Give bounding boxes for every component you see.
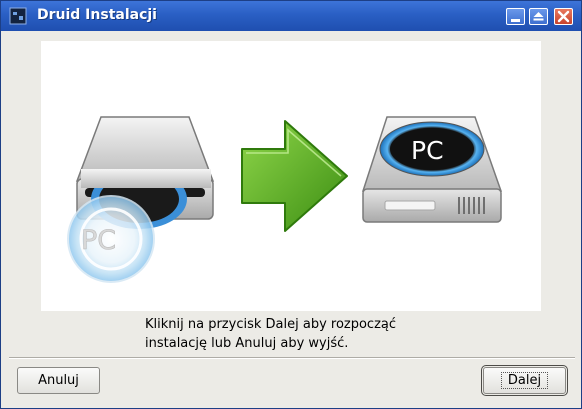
cancel-button-label: Anuluj — [38, 373, 79, 388]
minimize-button[interactable] — [506, 8, 525, 25]
arrow-right-icon — [241, 120, 348, 232]
minimize-icon — [511, 19, 520, 22]
next-button-label: Dalej — [500, 372, 549, 389]
maximize-button[interactable] — [529, 8, 548, 25]
title-bar[interactable]: Druid Instalacji — [1, 1, 581, 31]
illustration-panel: PC PC — [41, 41, 541, 311]
app-icon — [9, 7, 27, 25]
cancel-button[interactable]: Anuluj — [17, 367, 100, 394]
next-button[interactable]: Dalej — [481, 365, 568, 396]
cd-label: PC — [81, 225, 116, 256]
maximize-icon — [533, 12, 544, 21]
hard-drive-icon: PC — [361, 116, 503, 223]
cd-drive-icon: PC — [67, 116, 215, 283]
hard-drive-label: PC — [411, 136, 444, 165]
button-separator — [9, 357, 575, 359]
close-button[interactable] — [554, 8, 573, 25]
instruction-line-2: instalację lub Anuluj aby wyjść. — [145, 336, 349, 351]
installer-window: Druid Instalacji PC PC Kliknij na przyci… — [0, 0, 582, 409]
instruction-text: Kliknij na przycisk Dalej aby rozpocząć … — [145, 315, 465, 353]
window-title: Druid Instalacji — [37, 7, 157, 23]
instruction-line-1: Kliknij na przycisk Dalej aby rozpocząć — [145, 317, 397, 332]
close-icon — [557, 10, 570, 23]
